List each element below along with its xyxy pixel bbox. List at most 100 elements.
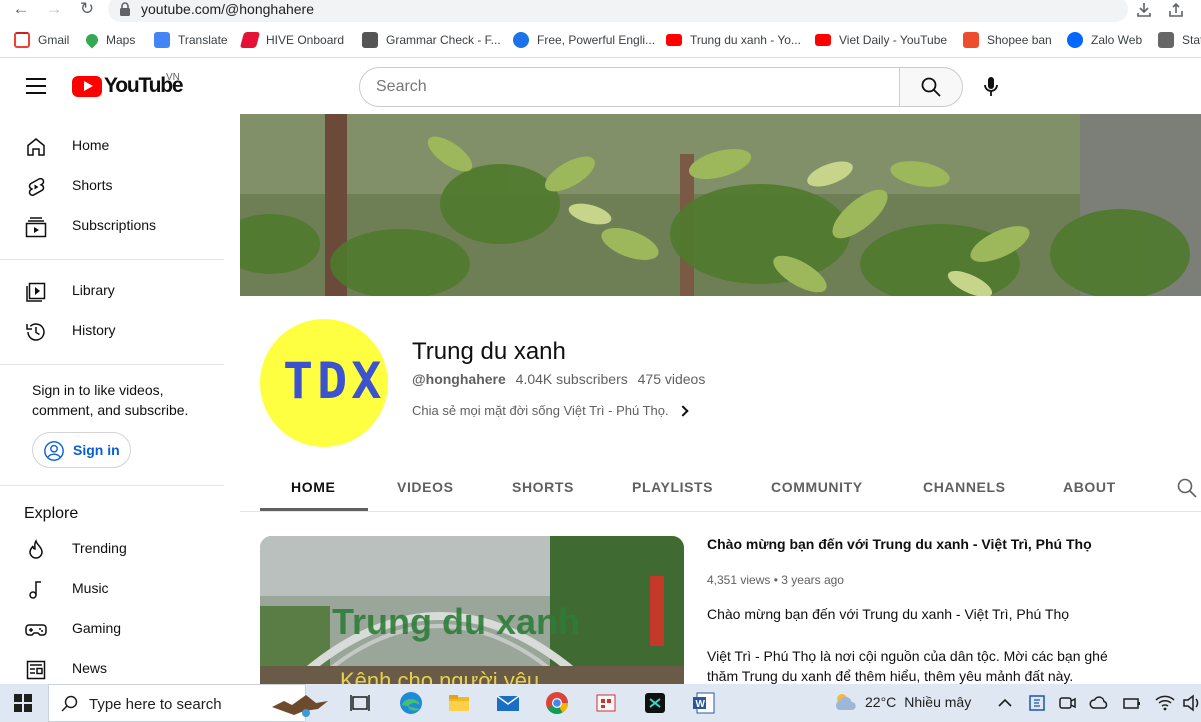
thumbnail-title-text: Trung du xanh: [332, 601, 580, 642]
install-app-icon[interactable]: [1135, 1, 1153, 19]
tab-home[interactable]: HOME: [291, 479, 335, 495]
tab-videos[interactable]: VIDEOS: [397, 479, 454, 495]
sidebar-divider: [0, 364, 224, 365]
sidebar-item-trending[interactable]: Trending: [12, 529, 224, 569]
task-view-icon[interactable]: [345, 689, 375, 717]
tab-playlists[interactable]: PLAYLISTS: [632, 479, 713, 495]
chevron-right-icon: [676, 404, 689, 417]
tab-channels[interactable]: CHANNELS: [923, 479, 1006, 495]
bookmark-trung-du-xanh[interactable]: Trung du xanh - Yo...: [666, 30, 801, 50]
word-icon[interactable]: W: [689, 689, 719, 717]
weather-condition: Nhiều mây: [904, 694, 972, 710]
microphone-icon[interactable]: [978, 74, 1004, 100]
channel-name: Trung du xanh: [412, 338, 566, 365]
hive-icon: [239, 32, 261, 48]
search-box[interactable]: [359, 67, 900, 107]
tab-shorts[interactable]: SHORTS: [512, 479, 574, 495]
taskbar-search-placeholder: Type here to search: [89, 696, 222, 713]
shorts-icon: [28, 177, 45, 196]
mail-icon[interactable]: [493, 689, 523, 717]
signin-button[interactable]: Sign in: [32, 432, 131, 468]
sidebar-item-home[interactable]: Home: [12, 126, 224, 166]
tab-community[interactable]: COMMUNITY: [771, 479, 863, 495]
search-input[interactable]: [376, 76, 876, 98]
bookmark-stat[interactable]: Stat: [1158, 30, 1201, 50]
speaker-icon[interactable]: [1182, 689, 1201, 717]
file-explorer-icon[interactable]: [444, 689, 474, 717]
search-button[interactable]: [899, 67, 963, 107]
sidebar: Home Shorts Subscriptions Library Histor…: [0, 114, 240, 684]
subscriptions-icon: [25, 217, 47, 238]
zalo-icon: [1067, 32, 1083, 48]
channel-search-icon[interactable]: [1177, 478, 1197, 498]
active-tab-indicator: [260, 508, 368, 511]
shopee-icon: [963, 32, 979, 48]
library-icon: [26, 282, 46, 302]
channel-meta: @honghahere 4.04K subscribers 475 videos: [412, 371, 711, 387]
back-arrow-icon[interactable]: ←: [10, 0, 32, 20]
music-icon: [29, 581, 41, 599]
bookmark-viet-daily[interactable]: Viet Daily - YouTube: [815, 30, 947, 50]
bookmark-translate[interactable]: Translate: [154, 30, 228, 50]
reload-icon[interactable]: ↻: [76, 0, 98, 20]
translate-icon: [154, 32, 170, 48]
signin-prompt: Sign in to like videos, comment, and sub…: [32, 382, 189, 418]
tab-about[interactable]: ABOUT: [1063, 479, 1116, 495]
capcut-icon[interactable]: [640, 689, 670, 717]
bookmark-gmail[interactable]: Gmail: [14, 30, 69, 50]
featured-video-thumbnail[interactable]: Trung du xanh Kênh cho người yêu: [260, 536, 684, 686]
history-icon: [26, 323, 45, 341]
chevron-up-icon[interactable]: [994, 689, 1016, 717]
temperature: 22°C: [865, 694, 897, 710]
meet-now-icon[interactable]: [1055, 689, 1079, 717]
sidebar-item-library[interactable]: Library: [12, 271, 224, 311]
gaming-icon: [25, 624, 47, 636]
sidebar-item-music[interactable]: Music: [12, 569, 224, 609]
ime-icon[interactable]: [1025, 689, 1049, 717]
weather-widget[interactable]: 22°C Nhiều mây: [833, 692, 971, 712]
chrome-icon[interactable]: [542, 689, 572, 717]
home-icon: [27, 138, 45, 156]
edge-browser-icon[interactable]: [396, 689, 426, 717]
forward-arrow-icon[interactable]: →: [43, 0, 65, 20]
video-count: 475 videos: [637, 371, 706, 387]
stat-icon: [1158, 32, 1174, 48]
share-icon[interactable]: [1167, 1, 1185, 19]
sidebar-item-history[interactable]: History: [12, 311, 224, 351]
windows-start-icon[interactable]: [14, 694, 32, 712]
search-icon: [921, 77, 941, 97]
hamburger-menu-icon[interactable]: [26, 78, 46, 94]
sidebar-item-subscriptions[interactable]: Subscriptions: [12, 206, 224, 246]
bookmark-shopee[interactable]: Shopee ban: [963, 30, 1052, 50]
bookmark-grammar-check[interactable]: Grammar Check - F...: [362, 30, 501, 50]
featured-video-meta: 4,351 views • 3 years ago: [707, 573, 844, 587]
bookmark-zalo[interactable]: Zalo Web: [1067, 30, 1142, 50]
bookmark-maps[interactable]: Maps: [83, 30, 135, 50]
onedrive-cloud-icon[interactable]: [1088, 689, 1112, 717]
sidebar-item-gaming[interactable]: Gaming: [12, 609, 224, 649]
explore-heading: Explore: [24, 505, 79, 522]
sidebar-divider: [0, 259, 224, 260]
windows-taskbar: Type here to search W 22°C Nhiều mây: [0, 684, 1201, 722]
gmail-icon: [14, 32, 30, 48]
youtube-logo-icon[interactable]: [72, 76, 102, 97]
featured-video-title[interactable]: Chào mừng bạn đến với Trung du xanh - Vi…: [707, 536, 1092, 552]
url-text: youtube.com/@honghahere: [141, 1, 314, 17]
sidebar-item-news[interactable]: News: [12, 649, 224, 689]
lock-icon[interactable]: [119, 2, 131, 16]
browser-address-bar: ← → ↻ youtube.com/@honghahere: [0, 0, 1201, 22]
channel-description[interactable]: Chia sẻ mọi mặt đời sống Việt Trì - Phú …: [412, 403, 689, 418]
news-icon: [26, 660, 46, 680]
channel-banner: [240, 114, 1201, 296]
bookmark-free-english[interactable]: Free, Powerful Engli...: [513, 30, 655, 50]
battery-plug-icon[interactable]: [1120, 689, 1144, 717]
app-grid-icon[interactable]: [591, 689, 621, 717]
bookmark-hive-onboard[interactable]: HIVE Onboard: [239, 30, 344, 50]
youtube-icon: [815, 34, 831, 46]
sidebar-item-shorts[interactable]: Shorts: [12, 166, 224, 206]
bookmarks-bar: Gmail Maps Translate HIVE Onboard Gramma…: [0, 22, 1201, 58]
grammar-icon: [362, 32, 378, 48]
wifi-icon[interactable]: [1153, 689, 1177, 717]
trending-icon: [29, 539, 43, 559]
birds-widget-icon[interactable]: [266, 689, 334, 717]
